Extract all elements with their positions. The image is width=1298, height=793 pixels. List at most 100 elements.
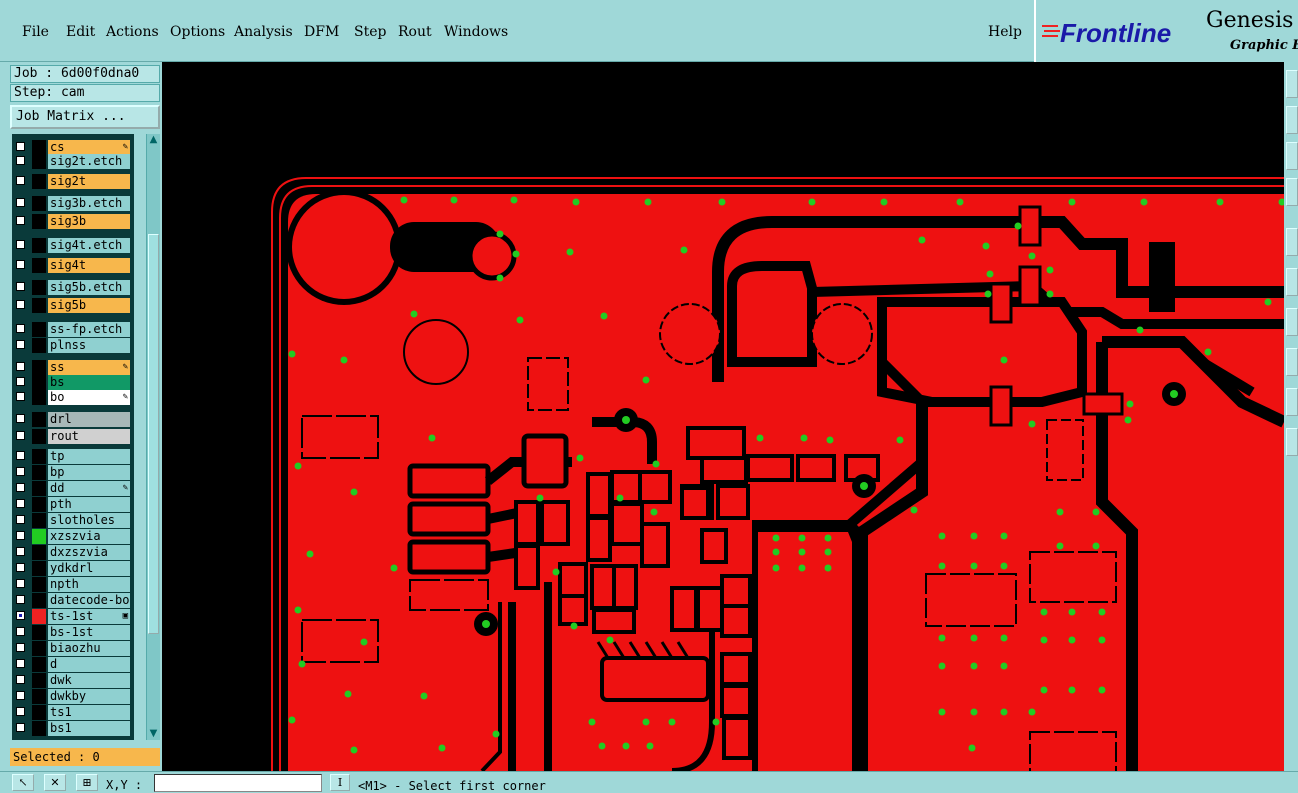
layer-color-swatch[interactable]	[32, 481, 46, 496]
layer-checkbox[interactable]	[16, 659, 25, 668]
layer-checkbox[interactable]	[16, 675, 25, 684]
menu-edit[interactable]: Edit	[66, 24, 95, 40]
layer-row-biaozhu[interactable]: biaozhu	[12, 641, 134, 656]
layer-checkbox[interactable]	[16, 563, 25, 572]
xy-input[interactable]	[154, 774, 322, 792]
right-tool-button-7[interactable]	[1286, 308, 1298, 336]
menu-analysis[interactable]: Analysis	[234, 24, 293, 40]
layer-color-swatch[interactable]	[32, 280, 46, 295]
layer-row-npth[interactable]: npth	[12, 577, 134, 592]
right-tool-button-3[interactable]	[1286, 142, 1298, 170]
layer-row-dwkby[interactable]: dwkby	[12, 689, 134, 704]
layer-name[interactable]: bs1	[48, 721, 130, 736]
layer-name[interactable]: npth	[48, 577, 130, 592]
layer-color-swatch[interactable]	[32, 513, 46, 528]
menu-help[interactable]: Help	[988, 24, 1022, 40]
layer-name[interactable]: ss ✎	[48, 360, 130, 375]
job-matrix-button[interactable]: Job Matrix ...	[10, 105, 160, 129]
layer-name[interactable]: slotholes	[48, 513, 130, 528]
layer-name[interactable]: dwkby	[48, 689, 130, 704]
layer-checkbox[interactable]	[16, 707, 25, 716]
layer-row-plnss[interactable]: plnss	[12, 338, 134, 353]
layer-row-cs[interactable]: cs ✎	[12, 140, 134, 155]
layer-checkbox[interactable]	[16, 499, 25, 508]
layer-color-swatch[interactable]	[32, 449, 46, 464]
right-tool-button-9[interactable]	[1286, 388, 1298, 416]
cursor-arrow-icon[interactable]: ↖	[12, 774, 34, 791]
layer-row-sig2t-etch[interactable]: sig2t.etch	[12, 154, 134, 169]
layer-row-tp[interactable]: tp	[12, 449, 134, 464]
layer-row-sig4t-etch[interactable]: sig4t.etch	[12, 238, 134, 253]
layer-color-swatch[interactable]	[32, 140, 46, 155]
layer-row-sig5b[interactable]: sig5b	[12, 298, 134, 313]
text-cursor-icon[interactable]: I	[330, 774, 350, 791]
right-tool-button-5[interactable]	[1286, 228, 1298, 256]
layer-row-dd[interactable]: dd ✎	[12, 481, 134, 496]
layer-checkbox[interactable]	[16, 340, 25, 349]
menu-options[interactable]: Options	[170, 24, 225, 40]
layer-checkbox[interactable]	[16, 531, 25, 540]
layer-checkbox[interactable]	[16, 324, 25, 333]
layer-row-sig3b-etch[interactable]: sig3b.etch	[12, 196, 134, 211]
layer-row-ts-1st[interactable]: ts-1st ▣	[12, 609, 134, 624]
layer-checkbox[interactable]	[16, 414, 25, 423]
layer-checkbox[interactable]	[16, 483, 25, 492]
layer-color-swatch[interactable]	[32, 689, 46, 704]
layer-name[interactable]: sig3b.etch	[48, 196, 130, 211]
layer-checkbox[interactable]	[16, 451, 25, 460]
layer-color-swatch[interactable]	[32, 705, 46, 720]
layer-color-swatch[interactable]	[32, 577, 46, 592]
layer-checkbox[interactable]	[16, 156, 25, 165]
layer-name[interactable]: sig5b	[48, 298, 130, 313]
cross-cursor-icon[interactable]: ✕	[44, 774, 66, 791]
layer-checkbox[interactable]	[16, 515, 25, 524]
right-tool-button-8[interactable]	[1286, 348, 1298, 376]
layer-checkbox[interactable]	[16, 362, 25, 371]
layer-color-swatch[interactable]	[32, 375, 46, 390]
layer-color-swatch[interactable]	[32, 673, 46, 688]
layer-name[interactable]: xzszvia	[48, 529, 130, 544]
layer-name[interactable]: dwk	[48, 673, 130, 688]
layer-row-ss-fp-etch[interactable]: ss-fp.etch	[12, 322, 134, 337]
layer-checkbox[interactable]	[16, 176, 25, 185]
layer-color-swatch[interactable]	[32, 497, 46, 512]
menu-rout[interactable]: Rout	[398, 24, 432, 40]
pcb-drawing[interactable]	[162, 62, 1284, 771]
layer-checkbox[interactable]	[16, 691, 25, 700]
layer-name[interactable]: bs	[48, 375, 130, 390]
layer-row-bs1[interactable]: bs1	[12, 721, 134, 736]
layer-name[interactable]: ts-1st ▣	[48, 609, 130, 624]
layer-row-slotholes[interactable]: slotholes	[12, 513, 134, 528]
layer-name[interactable]: sig2t.etch	[48, 154, 130, 169]
right-tool-button-10[interactable]	[1286, 428, 1298, 456]
layer-checkbox[interactable]	[16, 547, 25, 556]
layer-name[interactable]: ydkdrl	[48, 561, 130, 576]
layer-row-bo[interactable]: bo ✎	[12, 390, 134, 405]
menu-step[interactable]: Step	[354, 24, 386, 40]
layer-color-swatch[interactable]	[32, 561, 46, 576]
layer-color-swatch[interactable]	[32, 412, 46, 427]
layer-color-swatch[interactable]	[32, 196, 46, 211]
layer-color-swatch[interactable]	[32, 322, 46, 337]
layer-name[interactable]: biaozhu	[48, 641, 130, 656]
layer-color-swatch[interactable]	[32, 238, 46, 253]
scroll-up-icon[interactable]: ▲	[147, 134, 160, 146]
layer-color-swatch[interactable]	[32, 529, 46, 544]
layer-checkbox[interactable]	[16, 377, 25, 386]
layer-row-pth[interactable]: pth	[12, 497, 134, 512]
layer-color-swatch[interactable]	[32, 657, 46, 672]
menu-actions[interactable]: Actions	[106, 24, 159, 40]
layer-color-swatch[interactable]	[32, 174, 46, 189]
layer-row-bs-1st[interactable]: bs-1st	[12, 625, 134, 640]
grid-icon[interactable]: ⊞	[76, 774, 98, 791]
layer-name[interactable]: sig4t	[48, 258, 130, 273]
layer-checkbox[interactable]	[16, 282, 25, 291]
layer-name[interactable]: dxzszvia	[48, 545, 130, 560]
layer-checkbox[interactable]	[16, 611, 25, 620]
layer-row-ss[interactable]: ss ✎	[12, 360, 134, 375]
layer-color-swatch[interactable]	[32, 609, 46, 624]
layer-row-rout[interactable]: rout	[12, 429, 134, 444]
layer-name[interactable]: ts1	[48, 705, 130, 720]
layer-checkbox[interactable]	[16, 142, 25, 151]
layer-checkbox[interactable]	[16, 216, 25, 225]
